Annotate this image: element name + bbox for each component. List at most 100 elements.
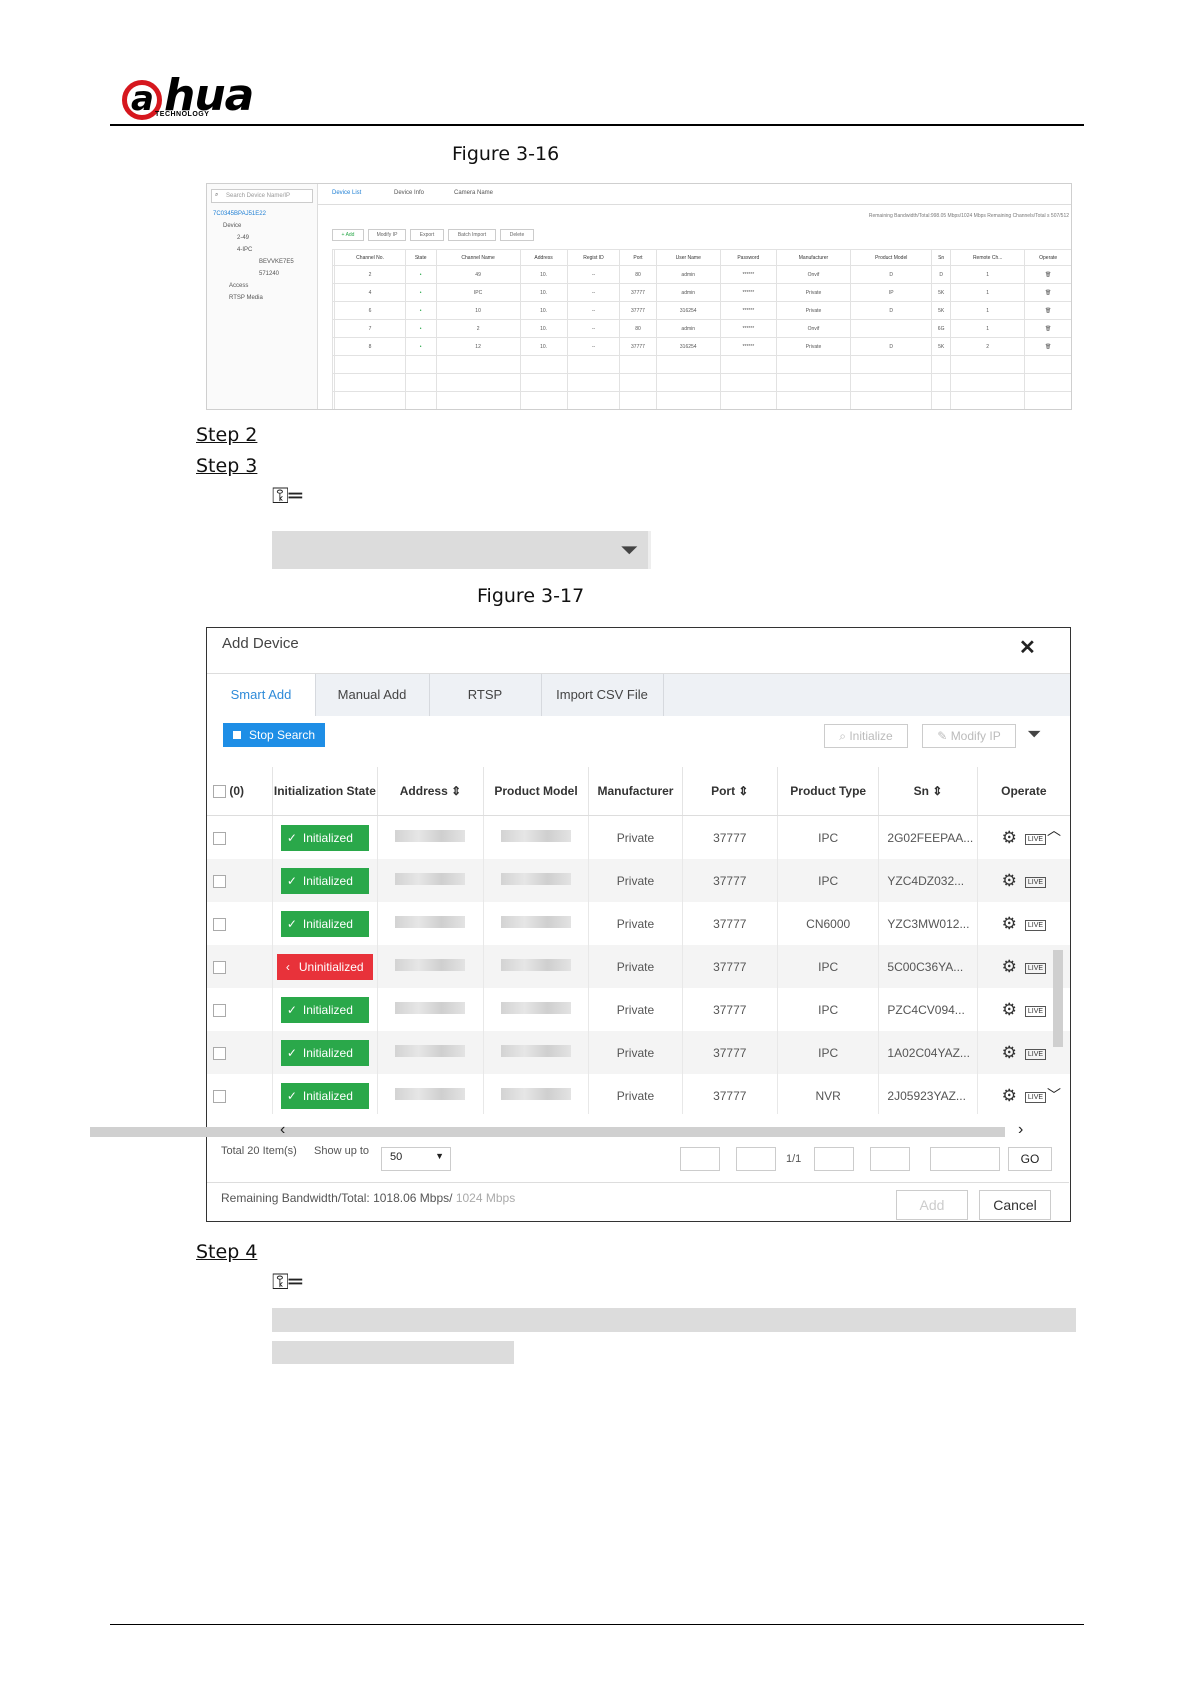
tree-item[interactable]: 2-49 <box>237 235 249 241</box>
horizontal-scrollbar[interactable] <box>90 1127 1005 1137</box>
prev-page-button[interactable] <box>736 1147 776 1171</box>
gear-icon[interactable]: ⚙ <box>1002 914 1017 933</box>
table-row[interactable]: ✓ Initialized Private 37777 IPC PZC4CV094... ⚙… <box>207 988 1070 1031</box>
table-cell: 37777 <box>619 283 657 302</box>
table-row[interactable]: 7 • 2 10. -- 80 admin ****** Onvif 6G 1 🗑 <box>331 319 1071 338</box>
table-cell: admin <box>655 265 721 284</box>
next-page-button[interactable] <box>814 1147 854 1171</box>
blurred-address <box>395 959 466 971</box>
tree-item[interactable]: 4-IPC <box>237 247 252 253</box>
table-cell: • <box>404 283 437 302</box>
live-icon[interactable]: LIVE <box>1024 1091 1047 1103</box>
live-icon[interactable]: LIVE <box>1024 1048 1047 1060</box>
table-row[interactable]: ✓ Initialized Private 37777 CN6000 YZC3MW012.… <box>207 902 1070 945</box>
gear-icon[interactable]: ⚙ <box>1002 1000 1017 1019</box>
go-button[interactable]: GO <box>1008 1147 1052 1171</box>
table-cell: -- <box>566 319 621 338</box>
scroll-down-icon[interactable]: ﹀ <box>1047 1085 1061 1105</box>
row-checkbox[interactable] <box>213 917 226 931</box>
tree-root[interactable]: 7C0345BPAJ51E22 <box>213 211 266 217</box>
table-row[interactable]: 2 • 49 10. -- 80 admin ****** Onvif D D 1 🗑 <box>331 265 1071 284</box>
device-search-input[interactable]: ⌕ Search Device Name/IP <box>211 189 313 203</box>
table-row[interactable]: ✓ Initialized Private 37777 IPC 2G02FEEPAA...… <box>207 815 1070 859</box>
table-row[interactable]: ✓ Initialized Private 37777 IPC YZC4DZ032... ⚙… <box>207 859 1070 902</box>
manufacturer-cell: Private <box>588 815 683 859</box>
row-checkbox[interactable] <box>213 874 226 888</box>
col-header: Remote Ch... <box>949 249 1026 266</box>
col-sn[interactable]: Sn ⇕ <box>878 767 978 816</box>
scroll-left-icon[interactable]: ‹ <box>280 1121 285 1139</box>
batch-import-button[interactable]: Batch Import <box>448 229 496 241</box>
tree-device[interactable]: Device <box>223 223 241 229</box>
tree-item[interactable]: BEVVKE7E5 <box>259 259 294 265</box>
page-jump-input[interactable] <box>930 1147 1000 1171</box>
row-checkbox[interactable] <box>213 960 226 974</box>
table-row[interactable]: 6 • 10 10. -- 37777 316254 ****** Private D 5K 1 🗑 <box>331 301 1071 320</box>
blurred-model <box>501 1045 572 1057</box>
tree-item[interactable]: RTSP Media <box>229 295 263 301</box>
row-checkbox[interactable] <box>213 1003 226 1017</box>
tab-camera-name[interactable]: Camera Name <box>454 190 493 196</box>
table-row[interactable]: ✓ Initialized Private 37777 IPC 1A02C04YAZ...… <box>207 1031 1070 1074</box>
first-page-button[interactable] <box>680 1147 720 1171</box>
live-icon[interactable]: LIVE <box>1024 1005 1047 1017</box>
live-icon[interactable]: LIVE <box>1024 833 1047 845</box>
table-cell: 🗑 <box>1024 337 1071 356</box>
figure-caption-17: Figure 3-17 <box>477 585 585 607</box>
table-row[interactable]: 8 • 12 10. -- 37777 316254 ****** Private D 5K 2 🗑 <box>331 337 1071 356</box>
table-cell: 🗑 <box>1024 301 1071 320</box>
live-icon[interactable]: LIVE <box>1024 919 1047 931</box>
page-size-select[interactable]: 50 ▼ <box>381 1147 451 1171</box>
col-port[interactable]: Port ⇕ <box>682 767 778 816</box>
port-cell: 37777 <box>682 902 778 945</box>
col-product-type: Product Type <box>777 767 880 816</box>
gear-icon[interactable]: ⚙ <box>1002 828 1017 847</box>
manufacturer-cell: Private <box>588 988 683 1031</box>
table-row[interactable]: 4 • IPC 10. -- 37777 admin ****** Private IP 5K 1 🗑 <box>331 283 1071 302</box>
status-badge: ✓ Initialized <box>280 996 369 1023</box>
tree-item[interactable]: 571240 <box>259 271 279 277</box>
live-icon[interactable]: LIVE <box>1024 962 1047 974</box>
row-checkbox[interactable] <box>213 1046 226 1060</box>
tree-item[interactable]: Access <box>229 283 248 289</box>
table-cell: • <box>404 265 437 284</box>
table-cell: 🗑 <box>1024 319 1071 338</box>
modify-ip-button[interactable]: Modify IP <box>368 229 406 241</box>
product-type-cell: CN6000 <box>777 902 880 945</box>
filter-search-box[interactable]: ⏷ <box>272 531 651 569</box>
vertical-scrollbar[interactable] <box>1053 950 1063 1047</box>
table-cell: 37777 <box>619 337 657 356</box>
live-icon[interactable]: LIVE <box>1024 876 1047 888</box>
table-cell: admin <box>655 283 721 302</box>
scroll-right-icon[interactable]: › <box>1018 1121 1023 1139</box>
add-button[interactable]: Add <box>896 1190 968 1220</box>
gear-icon[interactable]: ⚙ <box>1002 1086 1017 1105</box>
col-header: Address <box>519 249 568 266</box>
add-button[interactable]: + Add <box>332 229 364 241</box>
gear-icon[interactable]: ⚙ <box>1002 1043 1017 1062</box>
table-cell: 5K <box>931 301 951 320</box>
table-cell: Private <box>775 283 852 302</box>
table-row[interactable]: ✓ Initialized Private 37777 NVR 2J05923YAZ...… <box>207 1074 1070 1114</box>
scroll-up-icon[interactable]: ︿ <box>1047 820 1061 840</box>
select-all-checkbox[interactable] <box>213 785 226 799</box>
blurred-model <box>501 959 572 971</box>
tab-device-info[interactable]: Device Info <box>394 190 424 196</box>
gear-icon[interactable]: ⚙ <box>1002 957 1017 976</box>
table-row[interactable]: ‹ Uninitialized Private 37777 IPC 5C00C36YA..… <box>207 945 1070 988</box>
col-header: Product Model <box>850 249 933 266</box>
export-button[interactable]: Export <box>410 229 444 241</box>
col-init-state: Initialization State <box>272 767 379 816</box>
row-checkbox[interactable] <box>213 1089 226 1103</box>
cancel-button[interactable]: Cancel <box>979 1190 1051 1220</box>
tab-device-list[interactable]: Device List <box>332 190 361 196</box>
col-address[interactable]: Address ⇕ <box>377 767 484 816</box>
gear-icon[interactable]: ⚙ <box>1002 871 1017 890</box>
filter-icon[interactable]: ⏷ <box>620 537 638 563</box>
delete-button[interactable]: Delete <box>500 229 534 241</box>
row-checkbox[interactable] <box>213 831 226 845</box>
last-page-button[interactable] <box>870 1147 910 1171</box>
table-cell: 4 <box>334 283 406 302</box>
table-cell: 5K <box>931 337 951 356</box>
select-all-header[interactable]: (0) <box>207 767 273 816</box>
